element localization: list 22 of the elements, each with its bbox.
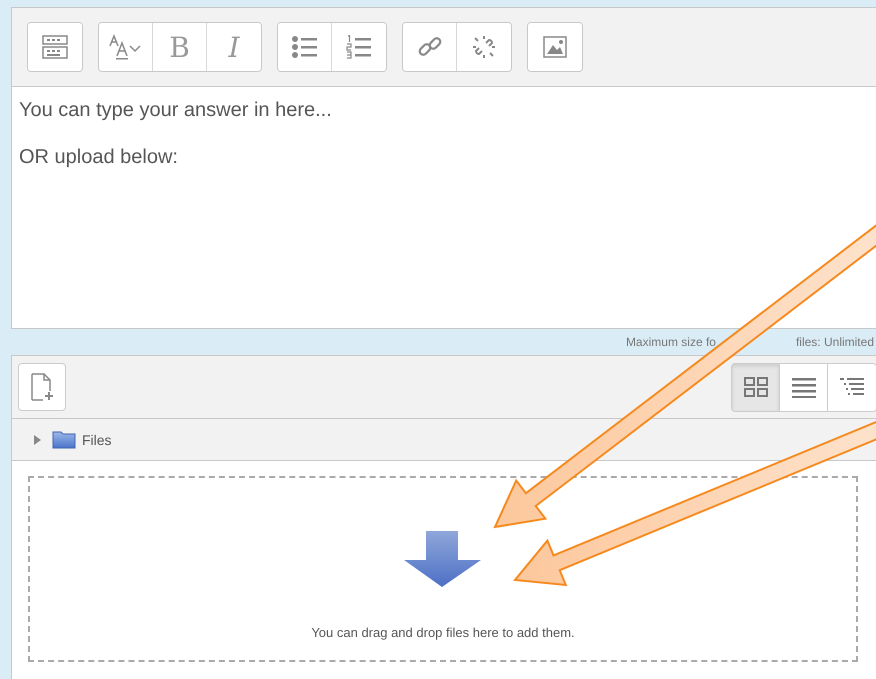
answer-text: You can type your answer in here... (19, 99, 333, 122)
expand-triangle-icon[interactable] (32, 434, 42, 444)
more-icon[interactable] (28, 23, 82, 71)
image-icon[interactable] (528, 23, 582, 71)
down-arrow-icon (403, 530, 483, 588)
folder-label[interactable]: Files (82, 432, 112, 448)
bullets-icon[interactable] (278, 23, 332, 71)
link-icon[interactable] (403, 23, 457, 71)
list-view-button[interactable] (780, 364, 828, 410)
style-icon[interactable] (99, 23, 153, 71)
max-size-text: Maximum size fo (626, 335, 716, 349)
drop-hint: You can drag and drop files here to add them. (311, 625, 575, 640)
list-icon (790, 376, 816, 398)
max-size-text: files: Unlimited (796, 335, 874, 349)
grid-icon (742, 376, 768, 398)
add-file-icon (29, 372, 55, 402)
answer-text: OR upload below: (19, 146, 179, 169)
folder-icon (52, 430, 76, 449)
icons-view-button[interactable] (732, 364, 780, 410)
add-file-button[interactable] (18, 363, 66, 411)
tree-list-icon (839, 376, 865, 398)
tree-view-button[interactable] (828, 364, 876, 410)
